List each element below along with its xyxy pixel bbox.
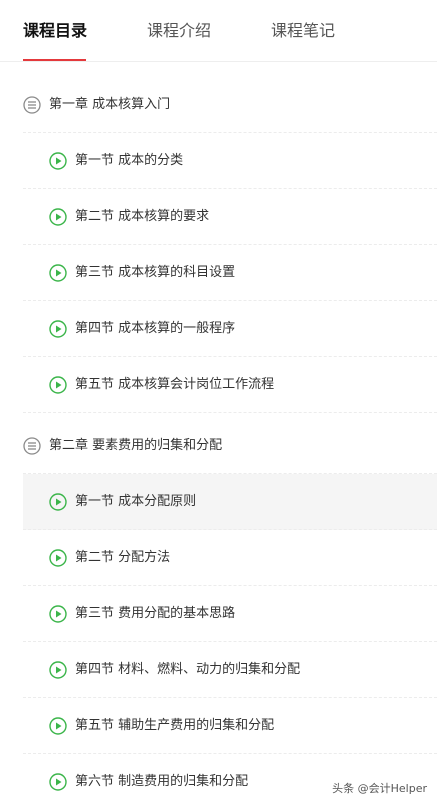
- section-item[interactable]: 第四节 成本核算的一般程序: [23, 301, 437, 357]
- section-item[interactable]: 第一节 成本的分类: [23, 133, 437, 189]
- chapter-2[interactable]: 第二章 要素费用的归集和分配: [23, 418, 437, 474]
- tab-course-intro[interactable]: 课程介绍: [147, 18, 211, 44]
- play-icon: [49, 660, 67, 679]
- play-icon: [49, 375, 67, 394]
- section-item[interactable]: 第五节 成本核算会计岗位工作流程: [23, 357, 437, 413]
- watermark: 头条 @会计Helper: [332, 782, 427, 795]
- section-item[interactable]: 第三节 成本核算的科目设置: [23, 245, 437, 301]
- play-icon: [49, 263, 67, 282]
- section-title: 第二节 分配方法: [75, 549, 171, 565]
- section-item[interactable]: 第二节 分配方法: [23, 530, 437, 586]
- section-item[interactable]: 第四节 材料、燃料、动力的归集和分配: [23, 642, 437, 698]
- list-icon: [23, 95, 41, 114]
- list-icon: [23, 436, 41, 455]
- section-item-active[interactable]: 第一节 成本分配原则: [23, 474, 437, 530]
- play-icon: [49, 548, 67, 567]
- chapter-title: 第一章 成本核算入门: [49, 96, 171, 112]
- section-title: 第六节 制造费用的归集和分配: [75, 774, 249, 789]
- section-item[interactable]: 第五节 辅助生产费用的归集和分配: [23, 698, 437, 754]
- tab-course-catalog[interactable]: 课程目录: [23, 18, 87, 44]
- play-icon: [49, 319, 67, 338]
- section-title: 第一节 成本的分类: [75, 152, 184, 168]
- active-tab-indicator: [23, 59, 86, 61]
- tab-bar: 课程目录 课程介绍 课程笔记: [0, 0, 437, 62]
- section-title: 第三节 费用分配的基本思路: [75, 605, 236, 621]
- play-icon: [49, 207, 67, 226]
- section-title: 第一节 成本分配原则: [75, 493, 197, 509]
- chapter-1[interactable]: 第一章 成本核算入门: [23, 77, 437, 133]
- play-icon: [49, 492, 67, 511]
- section-title: 第五节 成本核算会计岗位工作流程: [75, 376, 275, 392]
- section-title: 第五节 辅助生产费用的归集和分配: [75, 717, 275, 733]
- section-title: 第四节 成本核算的一般程序: [75, 320, 236, 336]
- section-item[interactable]: 第三节 费用分配的基本思路: [23, 586, 437, 642]
- section-title: 第二节 成本核算的要求: [75, 208, 210, 224]
- play-icon: [49, 151, 67, 170]
- section-title: 第三节 成本核算的科目设置: [75, 264, 236, 280]
- play-icon: [49, 773, 67, 791]
- section-title: 第四节 材料、燃料、动力的归集和分配: [75, 661, 301, 677]
- chapter-title: 第二章 要素费用的归集和分配: [49, 437, 223, 453]
- section-item[interactable]: 第二节 成本核算的要求: [23, 189, 437, 245]
- play-icon: [49, 716, 67, 735]
- tab-course-notes[interactable]: 课程笔记: [271, 18, 335, 44]
- play-icon: [49, 604, 67, 623]
